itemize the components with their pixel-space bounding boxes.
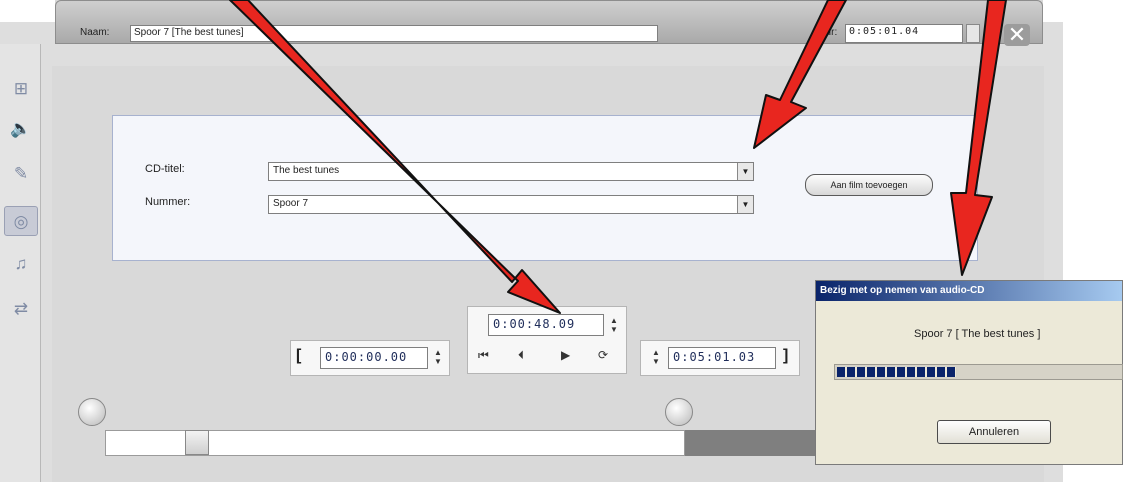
effects-icon[interactable]: ⇄: [4, 294, 38, 324]
name-field[interactable]: Spoor 7 [The best tunes]: [130, 25, 658, 42]
name-label: Naam:: [80, 27, 110, 38]
progress-bar: [834, 364, 1123, 380]
go-to-start-icon[interactable]: ⏮: [478, 348, 489, 363]
track-select[interactable]: Spoor 7 ▼: [268, 195, 754, 214]
track-label: Nummer:: [145, 196, 191, 208]
duration-spinner[interactable]: [966, 24, 980, 43]
cancel-button[interactable]: Annuleren: [937, 420, 1051, 444]
voiceover-icon[interactable]: ✎: [4, 159, 38, 189]
play-icon[interactable]: ▶: [561, 348, 570, 362]
previous-frame-icon[interactable]: ⏴: [518, 348, 524, 363]
dialog-title: Bezig met op nemen van audio-CD: [816, 281, 1122, 301]
current-time-spinner[interactable]: ▲ ▼: [608, 316, 620, 336]
start-time-spinner[interactable]: ▲ ▼: [432, 348, 444, 368]
cd-audio-icon[interactable]: ◎: [4, 206, 38, 236]
music-icon[interactable]: ♫: [4, 249, 38, 279]
scrubber-thumb[interactable]: [185, 430, 209, 455]
start-time-field[interactable]: 0:00:00.00: [320, 347, 428, 369]
duration-label: uur:: [820, 27, 838, 38]
trim-out-handle[interactable]: [665, 398, 693, 426]
trim-in-handle[interactable]: [78, 398, 106, 426]
loop-icon[interactable]: ⟳: [598, 348, 608, 362]
duration-field[interactable]: 0:05:01.04: [845, 24, 963, 43]
video-tools-icon[interactable]: ⊞: [4, 74, 38, 104]
add-to-movie-button[interactable]: Aan film toevoegen: [805, 174, 933, 196]
audio-volume-icon[interactable]: 🔈: [4, 114, 38, 144]
close-icon[interactable]: ✕: [1004, 24, 1030, 46]
current-time-field[interactable]: 0:00:48.09: [488, 314, 604, 336]
progress-fill: [837, 367, 956, 377]
track-value: Spoor 7: [273, 198, 309, 209]
end-time-field[interactable]: 0:05:01.03: [668, 347, 776, 369]
mark-in-bracket[interactable]: [: [296, 347, 301, 365]
trim-scrubber-outside: [685, 430, 820, 456]
cd-title-value: The best tunes: [273, 165, 340, 176]
cd-title-label: CD-titel:: [145, 163, 185, 175]
mark-out-bracket[interactable]: ]: [783, 347, 788, 365]
dialog-track-text: Spoor 7 [ The best tunes ]: [914, 328, 1041, 340]
chevron-down-icon[interactable]: ▼: [737, 196, 753, 213]
end-time-spinner[interactable]: ▲ ▼: [650, 348, 662, 368]
chevron-down-icon[interactable]: ▼: [737, 163, 753, 180]
tool-sidebar: ⊞ 🔈 ✎ ◎ ♫ ⇄: [0, 44, 41, 482]
cd-title-select[interactable]: The best tunes ▼: [268, 162, 754, 181]
